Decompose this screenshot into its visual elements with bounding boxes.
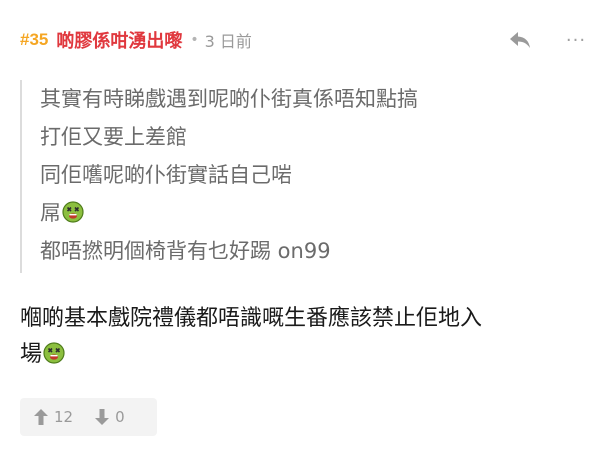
body-line-text: 場 (20, 342, 43, 367)
downvote-button[interactable]: 0 (95, 408, 125, 426)
quote-line-text: 屌 (40, 201, 61, 225)
reply-arrow-icon (510, 32, 530, 48)
dizzy-face-emoji-icon (43, 342, 65, 364)
floor-number: #35 (20, 30, 49, 49)
quote-line: 同佢嚿呢啲仆街實話自己啱 (40, 163, 292, 187)
username-link[interactable]: 啲膠係咁湧出嚟 (56, 27, 182, 53)
more-dots-icon: ··· (565, 29, 587, 51)
quoted-message: 其實有時睇戲遇到呢啲仆街真係唔知點搞 打佢又要上差館 同佢嚿呢啲仆街實話自己啱 … (20, 80, 582, 273)
thumb-up-arrow-icon (34, 409, 48, 425)
post-card: #35 啲膠係咁湧出嚟 • 3 日前 ··· 其實有時睇戲遇到呢啲仆街真係唔知點… (0, 0, 612, 459)
body-line: 嗰啲基本戲院禮儀都唔識嘅生番應該禁止佢地入 (20, 306, 483, 331)
dizzy-face-emoji-icon (62, 201, 84, 223)
more-options-button[interactable]: ··· (560, 26, 592, 54)
upvote-button[interactable]: 12 (34, 408, 73, 426)
downvote-count: 0 (115, 408, 125, 426)
post-header: #35 啲膠係咁湧出嚟 • 3 日前 ··· (20, 26, 592, 54)
body-line-with-emoji: 場 (20, 337, 595, 373)
post-body: 嗰啲基本戲院禮儀都唔識嘅生番應該禁止佢地入 場 (20, 301, 595, 373)
post-time: 3 日前 (204, 32, 252, 51)
header-actions: ··· (504, 26, 592, 54)
thumb-down-arrow-icon (95, 409, 110, 425)
vote-bar: 12 0 (20, 398, 157, 436)
quote-line: 打佢又要上差館 (40, 125, 187, 149)
quote-line-with-emoji: 屌 (40, 198, 84, 228)
quote-line: 其實有時睇戲遇到呢啲仆街真係唔知點搞 (40, 87, 418, 111)
reply-button[interactable] (504, 26, 536, 54)
quote-line: 都唔撚明個椅背有乜好踢 on99 (40, 239, 331, 263)
separator-dot: • (190, 32, 199, 48)
upvote-count: 12 (54, 408, 74, 426)
